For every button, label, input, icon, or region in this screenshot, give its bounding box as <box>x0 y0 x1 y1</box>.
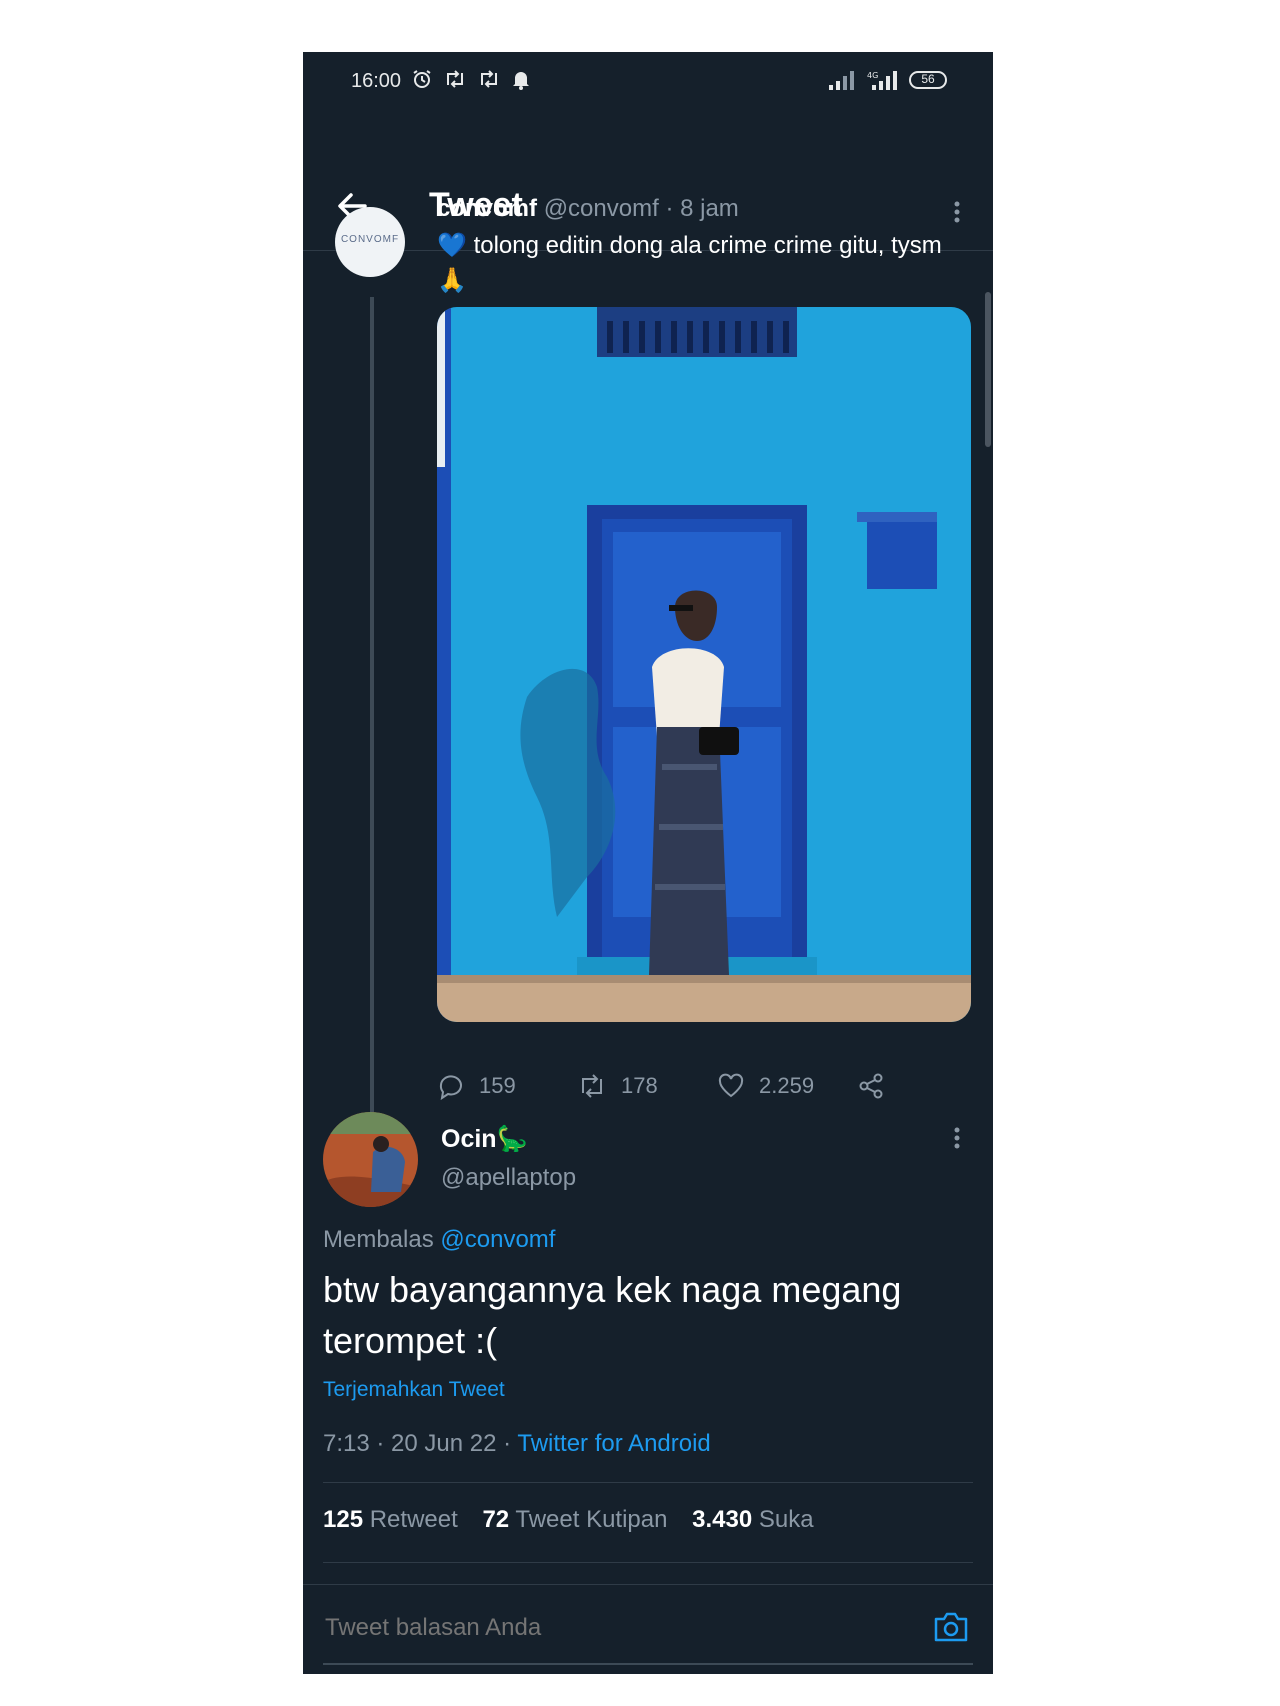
quote-stat-label: Tweet Kutipan <box>515 1506 668 1533</box>
reply-count: 159 <box>479 1073 516 1098</box>
replying-prefix: Membalas <box>323 1226 434 1253</box>
share-icon <box>859 1073 883 1099</box>
retweet-stat[interactable]: 125 Retweet <box>323 1506 458 1533</box>
quote-total: 72 <box>482 1506 510 1533</box>
author-handle[interactable]: @convomf <box>544 195 659 222</box>
author-name[interactable]: convomf <box>437 195 537 222</box>
heart-icon <box>718 1073 744 1098</box>
reply-input[interactable] <box>323 1613 867 1643</box>
retweet-stat-label: Retweet <box>369 1506 458 1533</box>
avatar[interactable] <box>323 1112 418 1207</box>
tweet-text: 💙 tolong editin dong ala crime crime git… <box>437 228 957 298</box>
dinosaur-emoji: 🦕 <box>496 1125 528 1153</box>
tweet-author-line: convomf @convomf · 8 jam <box>437 195 739 223</box>
photo-illustration <box>437 307 971 1022</box>
tweet-stats: 125 Retweet 72 Tweet Kutipan 3.430 Suka <box>323 1506 814 1534</box>
share-action[interactable] <box>857 1072 885 1100</box>
pray-emoji: 🙏 <box>437 267 467 294</box>
like-action[interactable]: 2.259 <box>717 1072 814 1100</box>
svg-text:4G: 4G <box>867 71 878 80</box>
battery-level: 56 <box>921 72 935 86</box>
camera-icon[interactable] <box>931 1607 971 1647</box>
replying-to-link[interactable]: @convomf <box>440 1226 555 1253</box>
retweet-notification-icon <box>447 70 463 88</box>
signal-4g-icon: 4G <box>867 71 897 90</box>
more-options-icon[interactable] <box>953 1126 961 1150</box>
status-notification-icons <box>411 68 531 90</box>
quote-stat[interactable]: 72 Tweet Kutipan <box>482 1506 667 1533</box>
reply-icon <box>439 1075 462 1100</box>
like-total: 3.430 <box>692 1506 753 1533</box>
blue-heart-emoji: 💙 <box>437 232 467 259</box>
thread-line <box>370 297 374 1157</box>
status-bar: 16:00 4G 56 <box>303 52 993 114</box>
status-system-icons: 4G 56 <box>829 70 947 90</box>
signal-icon <box>829 71 854 90</box>
alarm-icon <box>413 70 431 88</box>
replying-to: Membalas @convomf <box>323 1226 555 1254</box>
retweet-notification-icon-2 <box>481 70 497 88</box>
reply-author[interactable]: Ocin🦕 <box>441 1125 528 1154</box>
scrollbar[interactable] <box>985 292 991 447</box>
battery-icon: 56 <box>909 71 947 89</box>
retweet-icon <box>582 1074 602 1098</box>
avatar-photo <box>323 1112 418 1207</box>
divider <box>323 1562 973 1563</box>
more-options-icon[interactable] <box>953 200 961 224</box>
reply-author-handle[interactable]: @apellaptop <box>441 1164 576 1192</box>
tweet-body: tolong editin dong ala crime crime gitu,… <box>473 232 942 259</box>
tweet-photo[interactable] <box>437 307 971 1022</box>
reply-input-underline <box>323 1663 973 1665</box>
like-stat[interactable]: 3.430 Suka <box>692 1506 813 1533</box>
reply-author-name: Ocin <box>441 1125 497 1153</box>
like-stat-label: Suka <box>758 1506 814 1533</box>
divider <box>323 1482 973 1483</box>
reply-tweet-text: btw bayangannya kek naga megang terompet… <box>323 1269 902 1361</box>
tweet-source-link[interactable]: Twitter for Android <box>517 1430 710 1457</box>
avatar-logo-text: CONVOMF <box>340 234 400 245</box>
retweet-total: 125 <box>323 1506 364 1533</box>
tweet-meta: 7:13 · 20 Jun 22 · Twitter for Android <box>323 1430 711 1458</box>
retweet-action[interactable]: 178 <box>577 1072 658 1100</box>
retweet-count: 178 <box>621 1073 658 1098</box>
separator: · <box>665 195 674 222</box>
avatar[interactable]: CONVOMF <box>335 207 405 277</box>
reply-composer <box>303 1584 993 1674</box>
translate-tweet-link[interactable]: Terjemahkan Tweet <box>323 1378 505 1402</box>
bell-icon <box>513 72 529 90</box>
tweet-time-ago: 8 jam <box>680 195 739 222</box>
reply-action[interactable]: 159 <box>437 1072 516 1100</box>
phone-screen: 16:00 4G 56 Tweet CONVOMF convomf @convo… <box>303 52 993 1674</box>
tweet-actions: 159 178 2.259 <box>437 1072 971 1112</box>
tweet-timestamp: 7:13 · 20 Jun 22 · <box>323 1430 512 1457</box>
like-count: 2.259 <box>759 1073 815 1098</box>
status-time: 16:00 <box>351 70 402 92</box>
